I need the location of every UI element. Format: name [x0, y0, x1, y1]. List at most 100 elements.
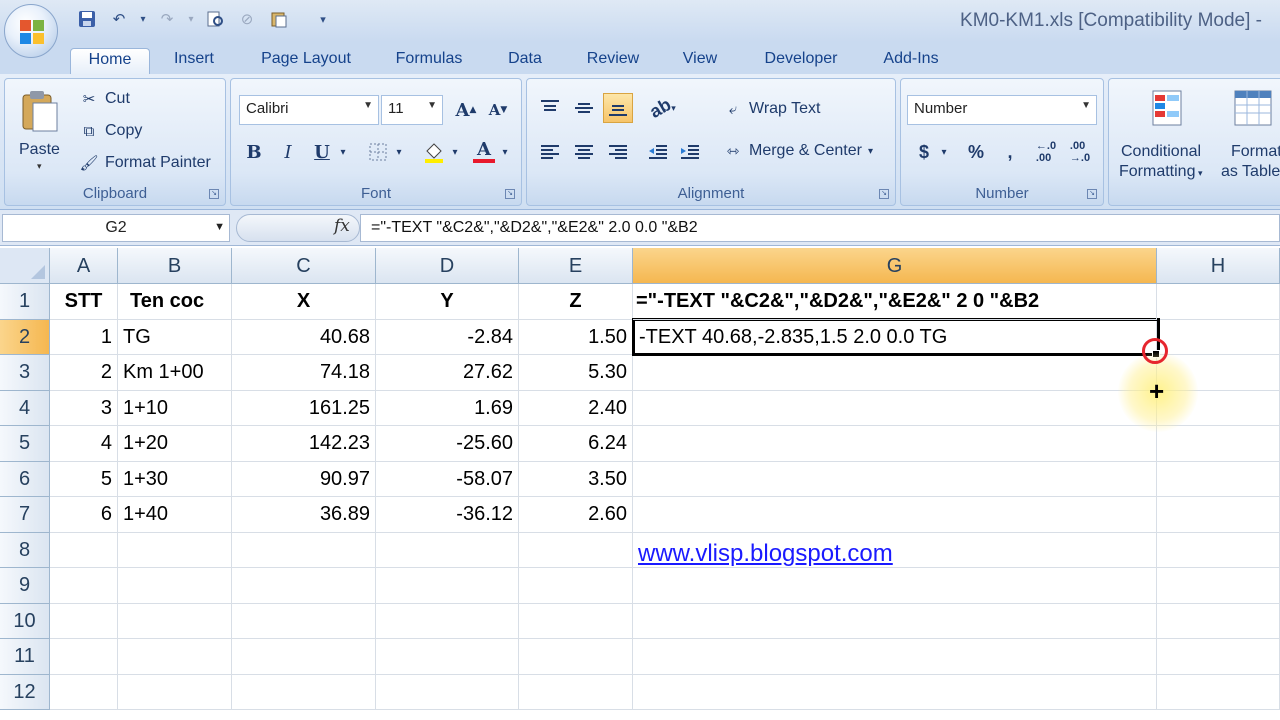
column-header-h[interactable]: H	[1157, 248, 1280, 284]
row-header-6[interactable]: 6	[0, 461, 50, 497]
cell-d3[interactable]: 27.62	[376, 355, 519, 391]
merge-center-button[interactable]: ⇿ Merge & Center ▾	[723, 141, 873, 161]
tab-insert[interactable]: Insert	[160, 48, 228, 74]
font-color-button[interactable]: A	[469, 137, 499, 167]
conditional-formatting-button[interactable]: Conditional Formatting ▾	[1115, 85, 1221, 185]
cell-b9[interactable]	[118, 568, 232, 604]
cell-h8[interactable]	[1157, 532, 1280, 568]
cell-a9[interactable]	[50, 568, 118, 604]
cell-a6[interactable]: 5	[50, 461, 118, 497]
row-header-2[interactable]: 2	[0, 319, 50, 355]
cell-e2[interactable]: 1.50	[519, 319, 633, 355]
cut-button[interactable]: ✂ Cut	[79, 89, 130, 109]
cell-d9[interactable]	[376, 568, 519, 604]
bold-button[interactable]: B	[239, 137, 269, 167]
cell-e5[interactable]: 6.24	[519, 426, 633, 462]
cell-b12[interactable]	[118, 674, 232, 710]
cell-c8[interactable]	[232, 532, 376, 568]
fill-color-button[interactable]	[419, 137, 449, 167]
align-right-button[interactable]	[603, 137, 633, 167]
row-header-8[interactable]: 8	[0, 532, 50, 568]
shrink-font-button[interactable]: A ▼	[483, 95, 513, 125]
cell-b8[interactable]	[118, 532, 232, 568]
select-all-button[interactable]	[0, 248, 50, 284]
insert-function-icon[interactable]: fx	[334, 216, 350, 236]
font-size-select[interactable]: 11 ▼	[381, 95, 443, 125]
tab-view[interactable]: View	[672, 48, 728, 74]
row-header-11[interactable]: 11	[0, 639, 50, 675]
cell-g5[interactable]	[633, 426, 1157, 462]
cell-g10[interactable]	[633, 603, 1157, 639]
save-icon[interactable]	[76, 8, 98, 30]
cell-g11[interactable]	[633, 639, 1157, 675]
align-middle-button[interactable]	[569, 93, 599, 123]
tab-add-ins[interactable]: Add-Ins	[872, 48, 950, 74]
cell-g3[interactable]	[633, 355, 1157, 391]
cell-b5[interactable]: 1+20	[118, 426, 232, 462]
underline-button[interactable]: U	[307, 137, 337, 167]
format-painter-button[interactable]: 🖌 Format Painter	[79, 153, 210, 173]
website-link[interactable]: www.vlisp.blogspot.com	[638, 540, 893, 568]
decrease-indent-button[interactable]	[643, 137, 673, 167]
cell-g4[interactable]	[633, 390, 1157, 426]
number-format-select[interactable]: Number ▼	[907, 95, 1097, 125]
cell-e6[interactable]: 3.50	[519, 461, 633, 497]
cell-h6[interactable]	[1157, 461, 1280, 497]
cell-a12[interactable]	[50, 674, 118, 710]
cell-a3[interactable]: 2	[50, 355, 118, 391]
alignment-launcher-icon[interactable]: ↘	[879, 189, 889, 199]
font-color-dropdown-icon[interactable]: ▾	[497, 137, 513, 167]
customize-qat-icon[interactable]: ▾	[312, 8, 334, 30]
cell-g9[interactable]	[633, 568, 1157, 604]
column-header-g[interactable]: G	[633, 248, 1157, 284]
grow-font-button[interactable]: A ▲	[451, 95, 481, 125]
column-header-e[interactable]: E	[519, 248, 633, 284]
cell-d6[interactable]: -58.07	[376, 461, 519, 497]
cell-c9[interactable]	[232, 568, 376, 604]
cell-c4[interactable]: 161.25	[232, 390, 376, 426]
cell-c5[interactable]: 142.23	[232, 426, 376, 462]
cell-c6[interactable]: 90.97	[232, 461, 376, 497]
cell-c12[interactable]	[232, 674, 376, 710]
cell-c1[interactable]: X	[232, 284, 376, 320]
cell-d5[interactable]: -25.60	[376, 426, 519, 462]
cell-e11[interactable]	[519, 639, 633, 675]
row-header-12[interactable]: 12	[0, 674, 50, 710]
tab-home[interactable]: Home	[70, 48, 150, 74]
cell-e8[interactable]	[519, 532, 633, 568]
cell-d8[interactable]	[376, 532, 519, 568]
row-header-7[interactable]: 7	[0, 497, 50, 533]
number-launcher-icon[interactable]: ↘	[1087, 189, 1097, 199]
row-header-5[interactable]: 5	[0, 426, 50, 462]
cell-d10[interactable]	[376, 603, 519, 639]
row-header-10[interactable]: 10	[0, 603, 50, 639]
cell-a11[interactable]	[50, 639, 118, 675]
orientation-button[interactable]: ab ▾	[643, 93, 683, 123]
borders-button[interactable]	[363, 137, 393, 167]
cell-e1[interactable]: Z	[519, 284, 633, 320]
cell-a4[interactable]: 3	[50, 390, 118, 426]
cell-c10[interactable]	[232, 603, 376, 639]
cell-g1[interactable]: ="-TEXT "&C2&","&D2&","&E2&" 2 0 "&B2	[633, 284, 1157, 320]
column-header-a[interactable]: A	[50, 248, 118, 284]
cell-c2[interactable]: 40.68	[232, 319, 376, 355]
column-header-c[interactable]: C	[232, 248, 376, 284]
cell-e10[interactable]	[519, 603, 633, 639]
cell-d1[interactable]: Y	[376, 284, 519, 320]
cell-d2[interactable]: -2.84	[376, 319, 519, 355]
undo-dropdown-icon[interactable]: ▾	[132, 8, 154, 30]
stop-icon[interactable]: ⊘	[236, 8, 258, 30]
italic-button[interactable]: I	[273, 137, 303, 167]
cell-e3[interactable]: 5.30	[519, 355, 633, 391]
currency-button[interactable]: $	[909, 137, 939, 167]
cell-e9[interactable]	[519, 568, 633, 604]
cell-a8[interactable]	[50, 532, 118, 568]
row-header-1[interactable]: 1	[0, 284, 50, 320]
cell-b1[interactable]: Ten coc	[118, 284, 232, 320]
formula-input[interactable]: ="-TEXT "&C2&","&D2&","&E2&" 2.0 0.0 "&B…	[360, 214, 1280, 242]
column-header-d[interactable]: D	[376, 248, 519, 284]
comma-style-button[interactable]: ,	[995, 137, 1025, 167]
cell-b11[interactable]	[118, 639, 232, 675]
cell-b6[interactable]: 1+30	[118, 461, 232, 497]
cell-a2[interactable]: 1	[50, 319, 118, 355]
